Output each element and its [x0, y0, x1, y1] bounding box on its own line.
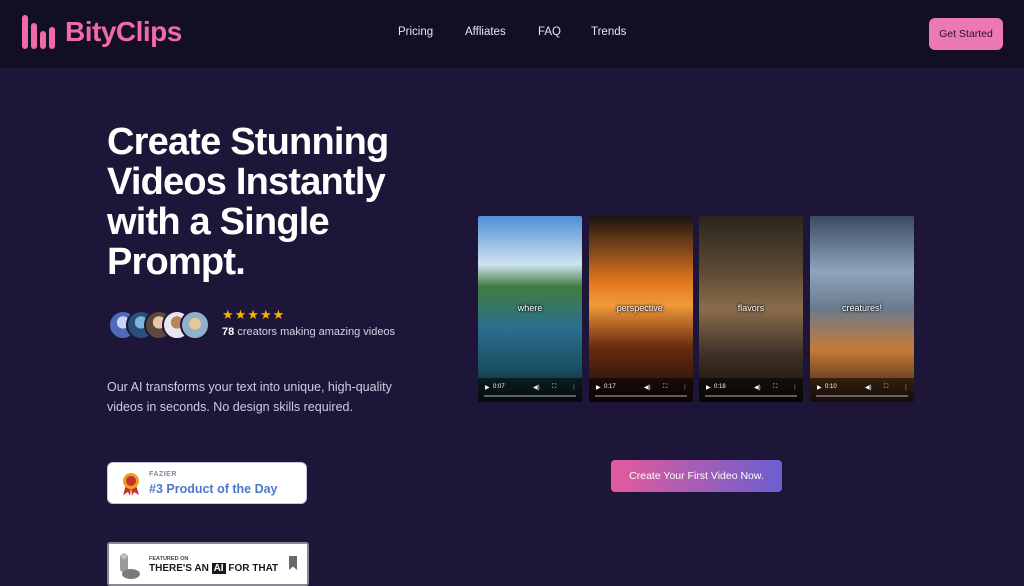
- volume-icon[interactable]: ◀): [533, 384, 540, 391]
- video-time: 0:10: [825, 384, 837, 390]
- featured-on-label: FEATURED ON: [149, 556, 189, 562]
- fullscreen-icon[interactable]: ⛶: [884, 384, 888, 391]
- nav-affiliates[interactable]: Affliates: [465, 26, 506, 38]
- nav-pricing[interactable]: Pricing: [398, 26, 433, 38]
- video-player[interactable]: where ▶ 0:07 ◀) ⛶ ⋮: [478, 216, 582, 402]
- video-time: 0:07: [493, 384, 505, 390]
- featured-name: THERE'S AN AI FOR THAT: [149, 563, 278, 574]
- nav-trends[interactable]: Trends: [591, 26, 626, 38]
- volume-icon[interactable]: ◀): [644, 384, 651, 391]
- hero-description: Our AI transforms your text into unique,…: [107, 380, 392, 414]
- video-controls: ▶ 0:10 ◀) ⛶ ⋮: [810, 378, 914, 402]
- play-icon[interactable]: ▶: [706, 384, 711, 391]
- hero-title: Create Stunning Videos Instantly with a …: [107, 121, 389, 283]
- video-progress-track[interactable]: [595, 395, 687, 397]
- fullscreen-icon[interactable]: ⛶: [773, 384, 777, 391]
- volume-icon[interactable]: ◀): [865, 384, 872, 391]
- more-options-icon[interactable]: ⋮: [571, 384, 577, 391]
- video-progress-track[interactable]: [816, 395, 908, 397]
- video-time: 0:17: [604, 384, 616, 390]
- volume-icon[interactable]: ◀): [754, 384, 761, 391]
- create-first-video-button[interactable]: Create Your First Video Now.: [611, 460, 782, 492]
- top-header: BityClips Pricing Affliates FAQ Trends G…: [0, 0, 1024, 68]
- fazier-rank: #3 Product of the Day: [149, 482, 278, 496]
- fullscreen-icon[interactable]: ⛶: [663, 384, 667, 391]
- video-controls: ▶ 0:07 ◀) ⛶ ⋮: [478, 378, 582, 402]
- creator-avatars: [108, 310, 218, 340]
- more-options-icon[interactable]: ⋮: [792, 384, 798, 391]
- more-options-icon[interactable]: ⋮: [682, 384, 688, 391]
- get-started-button[interactable]: Get Started: [929, 18, 1003, 50]
- medal-icon: [123, 473, 139, 496]
- video-player[interactable]: perspective. ▶ 0:17 ◀) ⛶ ⋮: [589, 216, 693, 402]
- avatar: [180, 310, 210, 340]
- video-caption: where: [517, 303, 543, 313]
- fazier-badge[interactable]: FAZIER #3 Product of the Day: [107, 462, 307, 504]
- featured-text-post: FOR THAT: [225, 563, 279, 574]
- featured-text-ai: AI: [211, 563, 226, 574]
- bookmark-icon: [289, 556, 297, 570]
- creators-label: creators making amazing videos: [237, 326, 396, 338]
- creators-count-text: 78 creators making amazing videos: [222, 326, 395, 338]
- rating-stars: ★★★★★: [222, 307, 286, 322]
- video-controls: ▶ 0:18 ◀) ⛶ ⋮: [699, 378, 803, 402]
- play-icon[interactable]: ▶: [485, 384, 490, 391]
- video-caption: creatures!: [841, 303, 883, 313]
- video-controls: ▶ 0:17 ◀) ⛶ ⋮: [589, 378, 693, 402]
- video-caption: flavors: [737, 303, 765, 313]
- video-caption: perspective.: [616, 303, 666, 313]
- play-icon[interactable]: ▶: [817, 384, 822, 391]
- fullscreen-icon[interactable]: ⛶: [552, 384, 556, 391]
- creators-count: 78: [222, 326, 235, 338]
- video-player[interactable]: creatures! ▶ 0:10 ◀) ⛶ ⋮: [810, 216, 914, 402]
- nav-faq[interactable]: FAQ: [538, 26, 561, 38]
- play-icon[interactable]: ▶: [596, 384, 601, 391]
- video-time: 0:18: [714, 384, 726, 390]
- theresanaiforthat-badge[interactable]: FEATURED ON THERE'S AN AI FOR THAT: [107, 542, 309, 586]
- video-progress-track[interactable]: [705, 395, 797, 397]
- video-player[interactable]: flavors ▶ 0:18 ◀) ⛶ ⋮: [699, 216, 803, 402]
- main-nav: Pricing Affliates FAQ Trends: [0, 26, 1024, 44]
- featured-text-pre: THERE'S AN: [149, 563, 212, 574]
- more-options-icon[interactable]: ⋮: [903, 384, 909, 391]
- fazier-label: FAZIER: [149, 471, 177, 478]
- video-progress-track[interactable]: [484, 395, 576, 397]
